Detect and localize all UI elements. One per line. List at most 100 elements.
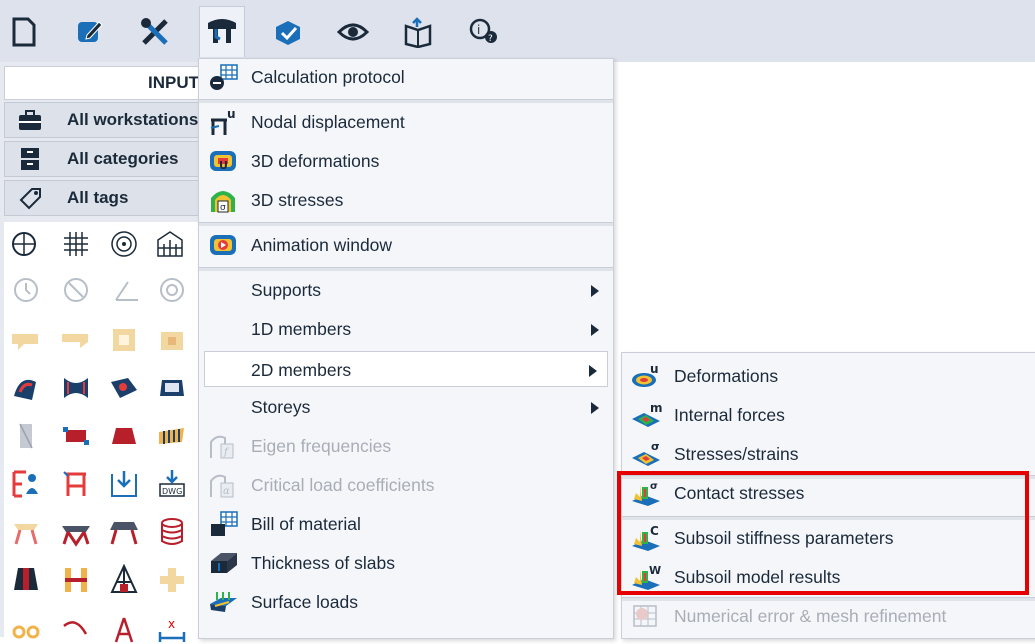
submenu-arrow-icon	[591, 324, 599, 336]
3d-grid-icon[interactable]	[154, 228, 186, 260]
menu-separator	[199, 99, 613, 103]
animation-window-icon	[210, 235, 236, 255]
menu-item-bill-of-material[interactable]: Bill of material	[199, 506, 613, 542]
deformations-icon: u	[632, 362, 659, 387]
briefcase-icon	[19, 110, 41, 130]
bridge-icon[interactable]	[60, 516, 92, 548]
results-icon[interactable]	[199, 6, 245, 57]
tank-icon[interactable]	[156, 516, 188, 548]
thickness-of-slabs-icon	[211, 553, 237, 573]
svg-text:U: U	[219, 159, 228, 172]
critical-load-icon: α	[210, 474, 234, 498]
slab-icon[interactable]	[108, 372, 140, 404]
frame-user-icon[interactable]	[10, 468, 42, 500]
panel-icon[interactable]	[156, 372, 188, 404]
menu-item-2d-members[interactable]: 2D members	[204, 351, 608, 387]
menu-separator	[199, 222, 613, 226]
cross-section-icon[interactable]	[156, 564, 188, 596]
stresses-strains-icon: σ	[632, 440, 660, 466]
results-menu: Calculation protocol u Nodal displacemen…	[198, 58, 614, 639]
submenu-item-numerical-error: Numerical error & mesh refinement	[622, 598, 1035, 634]
trapezoid-icon[interactable]	[108, 420, 140, 452]
3d-deformations-icon: U	[210, 151, 236, 172]
nodal-displacement-icon: u	[210, 108, 236, 135]
import-icon[interactable]	[108, 468, 140, 500]
ribbed-slab-icon[interactable]	[156, 420, 188, 452]
menu-item-surface-loads[interactable]: Surface loads	[199, 584, 613, 620]
edit-icon[interactable]	[68, 10, 112, 54]
menu-item-3d-stresses[interactable]: σ 3D stresses	[199, 182, 613, 218]
menu-item-storeys[interactable]: Storeys	[199, 389, 613, 425]
svg-text:u: u	[650, 362, 659, 376]
report-icon[interactable]	[396, 10, 440, 54]
svg-text:i: i	[477, 23, 480, 37]
columns-icon[interactable]	[60, 564, 92, 596]
curve-icon[interactable]	[60, 612, 92, 644]
shell-icon[interactable]	[10, 372, 42, 404]
wall-icon[interactable]	[10, 564, 42, 596]
chain-icon[interactable]	[10, 612, 42, 644]
menu-item-eigen-frequencies: f Eigen frequencies	[199, 428, 613, 464]
dwg-import-icon[interactable]: DWG	[156, 468, 188, 500]
submenu-arrow-icon	[591, 285, 599, 297]
menu-item-supports[interactable]: Supports	[199, 272, 613, 308]
cabinet-icon	[21, 148, 39, 170]
node-icon[interactable]	[8, 228, 40, 260]
svg-text:?: ?	[488, 34, 493, 44]
grid-icon[interactable]	[60, 228, 92, 260]
svg-text:σ: σ	[220, 203, 226, 213]
svg-text:m: m	[650, 401, 662, 415]
column-icon[interactable]	[10, 420, 42, 452]
new-icon[interactable]	[2, 10, 46, 54]
frame-icon[interactable]	[60, 468, 92, 500]
tower-icon[interactable]	[108, 564, 140, 596]
haunch-icon[interactable]	[60, 324, 92, 356]
internal-forces-icon: m	[632, 401, 662, 427]
bill-of-material-icon	[211, 511, 238, 536]
submenu-arrow-icon	[589, 365, 597, 377]
check-icon[interactable]	[266, 10, 310, 54]
menu-item-calculation-protocol[interactable]: Calculation protocol	[199, 59, 613, 95]
plate-icon[interactable]	[108, 324, 140, 356]
table-support-icon[interactable]	[10, 516, 42, 548]
spiral-icon[interactable]	[156, 274, 188, 306]
svg-text:u: u	[227, 108, 236, 121]
menu-item-1d-members[interactable]: 1D members	[199, 311, 613, 347]
dimension-x-icon[interactable]: x	[156, 612, 188, 644]
svg-text:x: x	[168, 617, 175, 631]
tag-icon	[19, 188, 41, 210]
beam-end-icon[interactable]	[10, 324, 42, 356]
eigen-frequencies-icon: f	[210, 435, 234, 459]
radial-grid-icon[interactable]	[108, 228, 140, 260]
submenu-item-deformations[interactable]: u Deformations	[622, 358, 1035, 394]
tools-icon[interactable]	[133, 10, 177, 54]
angle-icon[interactable]	[110, 274, 142, 306]
surface-loads-icon	[210, 592, 237, 612]
pylon-icon[interactable]	[108, 612, 140, 644]
view-icon[interactable]	[331, 10, 375, 54]
svg-text:σ: σ	[651, 440, 660, 453]
submenu-item-stresses-strains[interactable]: σ Stresses/strains	[622, 436, 1035, 472]
shell-surface-icon[interactable]	[60, 372, 92, 404]
rigid-body-icon[interactable]	[60, 420, 92, 452]
menu-item-animation-window[interactable]: Animation window	[199, 227, 613, 263]
highlight-box	[617, 471, 1029, 595]
input-header-label: INPUT	[148, 73, 199, 92]
main-toolbar: i?	[0, 0, 1035, 62]
help-search-icon[interactable]: i?	[462, 10, 506, 54]
calculation-protocol-icon	[210, 64, 238, 90]
menu-item-3d-deformations[interactable]: U 3D deformations	[199, 143, 613, 179]
circle-slash-icon[interactable]	[60, 274, 92, 306]
svg-text:DWG: DWG	[162, 487, 182, 496]
bridge-deck-icon[interactable]	[108, 516, 140, 548]
menu-item-thickness-of-slabs[interactable]: Thickness of slabs	[199, 545, 613, 581]
menu-item-nodal-displacement[interactable]: u Nodal displacement	[199, 104, 613, 140]
submenu-item-internal-forces[interactable]: m Internal forces	[622, 397, 1035, 433]
menu-separator	[199, 267, 613, 271]
svg-text:α: α	[223, 486, 230, 497]
clock-icon[interactable]	[10, 274, 42, 306]
opening-icon[interactable]	[156, 324, 188, 356]
menu-item-critical-load-coefficients: α Critical load coefficients	[199, 467, 613, 503]
3d-stresses-icon: σ	[211, 191, 235, 213]
numerical-error-icon	[633, 605, 657, 627]
